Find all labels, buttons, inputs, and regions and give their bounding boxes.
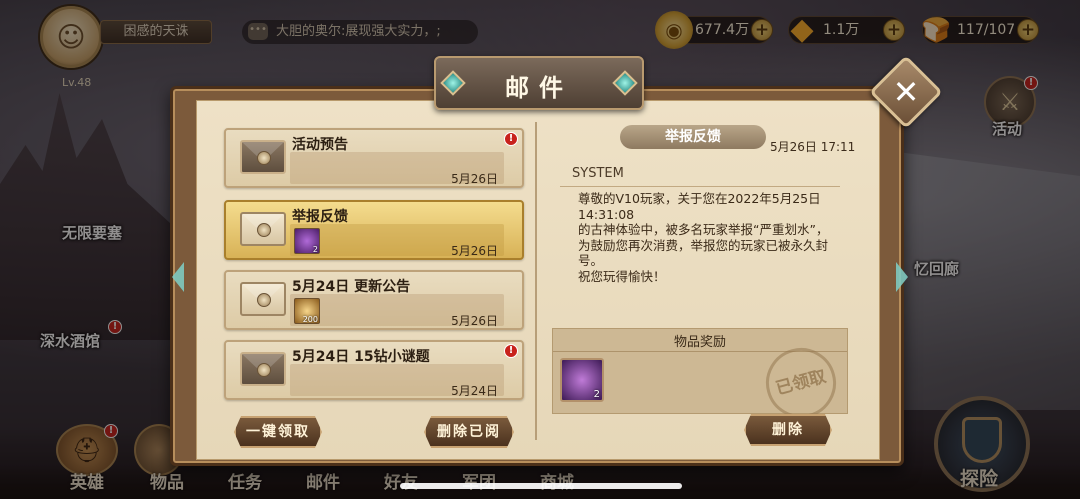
mail-date: 5月26日 xyxy=(451,314,498,328)
mail-sender: SYSTEM xyxy=(572,166,624,181)
claim-all-button[interactable]: 一键领取 xyxy=(234,416,322,448)
mail-list-item[interactable]: 5月24日 更新公告 200 5月26日 xyxy=(224,270,524,330)
close-icon: ✕ xyxy=(892,73,920,111)
mail-list-item-selected[interactable]: 举报反馈 2 5月26日 xyxy=(224,200,524,260)
diamond-reward-icon: 200 xyxy=(294,298,320,324)
home-indicator[interactable] xyxy=(400,483,682,489)
envelope-open-icon xyxy=(240,212,286,246)
mail-date: 5月26日 xyxy=(451,172,498,186)
mail-list-item[interactable]: 活动预告 5月26日 ! xyxy=(224,128,524,188)
delete-read-button[interactable]: 删除已阅 xyxy=(424,416,514,448)
mail-detail-title: 举报反馈 xyxy=(620,125,766,149)
panel-divider xyxy=(535,122,537,440)
envelope-open-icon xyxy=(240,282,286,316)
mail-subject: 举报反馈 xyxy=(292,209,348,225)
dialog-title: 邮件 xyxy=(505,74,573,102)
delete-button[interactable]: 删除 xyxy=(744,414,832,446)
envelope-closed-icon xyxy=(240,352,286,386)
mail-date: 5月26日 xyxy=(451,244,498,258)
mail-date: 5月24日 xyxy=(451,384,498,398)
mail-subject: 5月24日 更新公告 xyxy=(292,279,411,295)
mail-detail-time: 5月26日 17:11 xyxy=(770,140,856,154)
dialog-title-plate: 邮件 xyxy=(434,56,644,110)
reward-quantity: 2 xyxy=(593,389,600,400)
unread-alert-icon: ! xyxy=(504,132,518,146)
envelope-closed-icon xyxy=(240,140,286,174)
reward-chest-icon[interactable]: 2 xyxy=(560,358,604,402)
mail-body: 尊敬的V10玩家，关于您在2022年5月25日14:31:08 的古神体验中，被… xyxy=(578,191,829,284)
unread-alert-icon: ! xyxy=(504,344,518,358)
mail-subject: 活动预告 xyxy=(292,137,348,153)
mail-subject: 5月24日 15钻小谜题 xyxy=(292,349,430,365)
mail-list-item[interactable]: 5月24日 15钻小谜题 5月24日 ! xyxy=(224,340,524,400)
gift-chest-icon: 2 xyxy=(294,228,320,254)
sender-divider xyxy=(560,186,840,187)
